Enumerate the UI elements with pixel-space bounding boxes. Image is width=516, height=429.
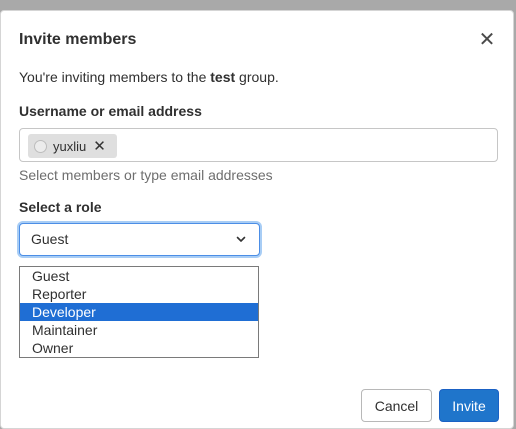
role-select-value: Guest [31,231,69,247]
modal-title: Invite members [19,31,137,48]
cancel-button[interactable]: Cancel [361,389,432,422]
role-label: Select a role [19,199,102,215]
role-option-developer[interactable]: Developer [20,303,258,321]
avatar-placeholder-icon [34,139,47,153]
intro-text: You're inviting members to the test grou… [19,69,279,85]
close-icon[interactable]: ✕ [477,30,497,50]
group-name: test [210,69,236,85]
role-dropdown-list: Guest Reporter Developer Maintainer Owne… [19,266,259,358]
token-remove-icon[interactable]: ✕ [93,139,106,154]
intro-suffix: group. [235,69,279,85]
token-label: yuxliu [53,138,87,154]
role-option-maintainer[interactable]: Maintainer [20,321,258,339]
chevron-down-icon [236,236,246,242]
role-option-reporter[interactable]: Reporter [20,285,258,303]
username-help-text: Select members or type email addresses [19,167,273,183]
invite-members-modal: Invite members ✕ You're inviting members… [0,10,514,429]
username-label: Username or email address [19,103,202,119]
role-option-guest[interactable]: Guest [20,267,258,285]
intro-prefix: You're inviting members to the [19,69,211,85]
role-select[interactable]: Guest [19,223,260,256]
role-option-owner[interactable]: Owner [20,339,258,357]
username-token-input[interactable]: yuxliu ✕ [19,128,498,162]
user-token: yuxliu ✕ [28,134,117,158]
invite-button[interactable]: Invite [439,389,499,422]
